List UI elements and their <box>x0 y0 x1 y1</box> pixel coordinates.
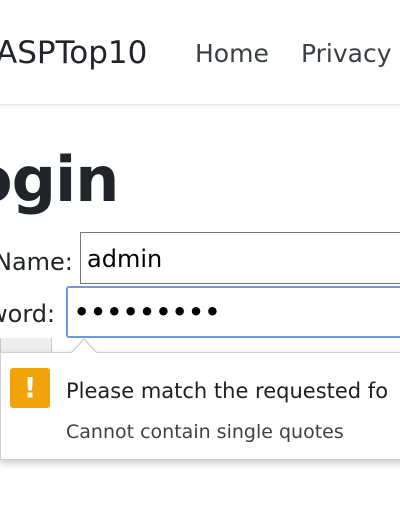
warning-icon: ! <box>10 368 50 408</box>
nav-link-privacy[interactable]: Privacy <box>301 36 392 72</box>
password-label: word: <box>0 300 56 328</box>
password-input[interactable]: ••••••••• <box>66 286 400 338</box>
nav-link-home[interactable]: Home <box>195 36 269 72</box>
name-label: Name: <box>0 248 73 276</box>
name-input[interactable]: admin <box>80 232 400 284</box>
page: ASPTop10 Home Privacy ogin Name: admin w… <box>0 0 400 509</box>
tooltip-arrow-inner <box>71 340 97 354</box>
brand-link[interactable]: ASPTop10 <box>0 33 147 73</box>
navbar: ASPTop10 Home Privacy <box>0 0 400 105</box>
validation-message: Please match the requested fo <box>66 379 389 403</box>
page-title: ogin <box>0 143 119 216</box>
validation-detail: Cannot contain single quotes <box>66 421 344 443</box>
